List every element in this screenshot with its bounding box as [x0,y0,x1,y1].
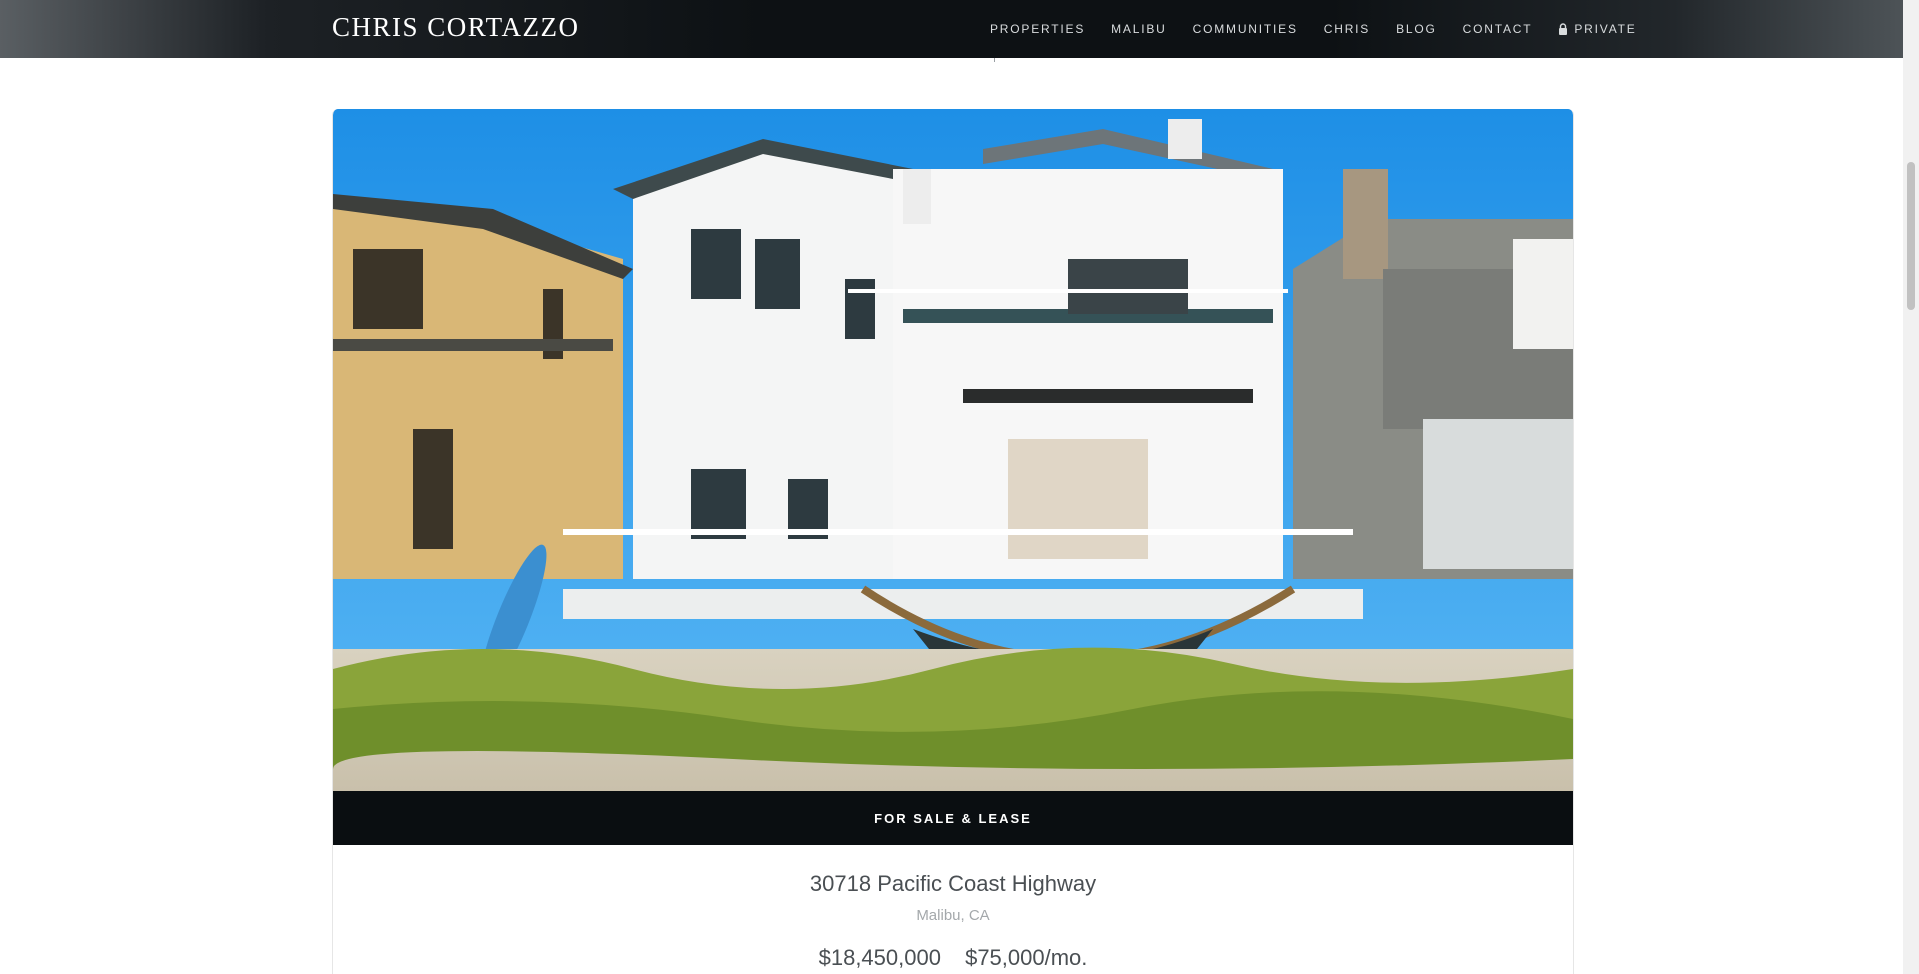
top-navigation-bar: CHRIS CORTAZZO PROPERTIES MALIBU COMMUNI… [0,0,1903,58]
site-logo[interactable]: CHRIS CORTAZZO [332,12,579,43]
nav-item-private-label: PRIVATE [1574,22,1637,36]
lock-icon [1559,23,1568,35]
page: CHRIS CORTAZZO PROPERTIES MALIBU COMMUNI… [0,0,1919,974]
sale-price: $18,450,000 [818,945,941,970]
nav-item-chris[interactable]: CHRIS [1324,22,1370,36]
nav-item-malibu[interactable]: MALIBU [1111,22,1166,36]
nav-item-contact[interactable]: CONTACT [1463,22,1533,36]
lease-price: $75,000/mo. [965,945,1088,970]
vertical-scrollbar[interactable] [1903,0,1919,974]
scrollbar-thumb[interactable] [1907,162,1915,310]
listing-status: FOR SALE & LEASE [874,810,1032,826]
listing-city: Malibu, CA [916,907,990,924]
listing-prices: $18,450,000 $75,000/mo. [333,945,1573,971]
listing-photo[interactable] [333,109,1573,791]
main-nav: PROPERTIES MALIBU COMMUNITIES CHRIS BLOG… [990,0,1637,58]
nav-item-communities[interactable]: COMMUNITIES [1193,22,1298,36]
listing-address[interactable]: 30718 Pacific Coast Highway [333,871,1573,897]
nav-item-properties[interactable]: PROPERTIES [990,22,1085,36]
nav-item-private[interactable]: PRIVATE [1558,22,1636,36]
listing-card[interactable]: FOR SALE & LEASE 30718 Pacific Coast Hig… [332,109,1574,974]
listing-status-bar: FOR SALE & LEASE [333,791,1573,845]
nav-item-blog[interactable]: BLOG [1396,22,1437,36]
